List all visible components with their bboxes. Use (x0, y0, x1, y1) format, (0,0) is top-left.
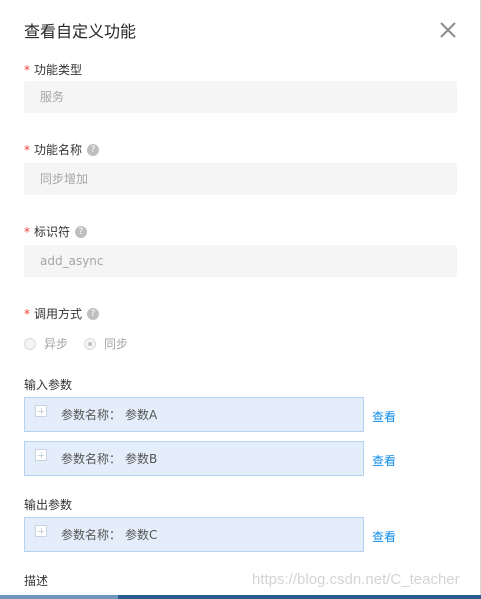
param-value: 参数A (125, 408, 158, 422)
input-params-label: 输入参数 (24, 378, 73, 392)
param-value: 参数B (125, 452, 158, 466)
function-name-field: 同步增加 (24, 163, 457, 195)
radio-sync-label: 同步 (104, 337, 129, 351)
taskbar-button[interactable] (0, 595, 60, 599)
required-mark: * (24, 62, 30, 77)
help-icon[interactable]: ? (87, 307, 100, 320)
help-icon[interactable]: ? (87, 143, 100, 156)
radio-sync: 同步 (84, 335, 128, 352)
function-type-label: * 功能类型 (24, 61, 82, 78)
view-param-c-link[interactable]: 查看 (372, 528, 396, 545)
function-name-label-text: 功能名称 (34, 143, 83, 157)
call-mode-label-text: 调用方式 (34, 307, 83, 321)
expand-plus-icon[interactable] (35, 449, 47, 461)
call-mode-radio-group: 异步 同步 (24, 335, 144, 352)
function-type-field: 服务 (24, 81, 457, 113)
dialog-title: 查看自定义功能 (24, 22, 137, 41)
input-param-row-a: 参数名称： 参数A (24, 397, 364, 432)
required-mark: * (24, 142, 30, 157)
custom-function-dialog: 查看自定义功能 * 功能类型 服务 * 功能名称 ? 同步增加 * 标识符 ? … (0, 0, 481, 595)
watermark: https://blog.csdn.net/C_teacher (252, 571, 460, 588)
param-key-label: 参数名称： (61, 408, 122, 422)
param-value: 参数C (125, 528, 158, 542)
input-param-row-b: 参数名称： 参数B (24, 441, 364, 476)
radio-async: 异步 (24, 335, 68, 352)
identifier-label: * 标识符 ? (24, 223, 88, 240)
radio-sync-circle (84, 337, 97, 350)
taskbar (0, 595, 481, 599)
radio-async-circle (24, 337, 36, 350)
required-mark: * (24, 224, 30, 239)
identifier-label-text: 标识符 (34, 225, 71, 239)
required-mark: * (24, 306, 30, 321)
function-type-label-text: 功能类型 (34, 63, 83, 77)
param-key-label: 参数名称： (61, 452, 122, 466)
description-label: 描述 (24, 574, 49, 588)
output-params-label: 输出参数 (24, 498, 73, 512)
function-name-label: * 功能名称 ? (24, 141, 100, 158)
expand-plus-icon[interactable] (35, 525, 47, 537)
radio-async-label: 异步 (44, 337, 69, 351)
close-icon[interactable] (436, 18, 460, 42)
view-param-b-link[interactable]: 查看 (372, 452, 396, 469)
view-param-a-link[interactable]: 查看 (372, 408, 396, 425)
expand-plus-icon[interactable] (35, 405, 47, 417)
call-mode-label: * 调用方式 ? (24, 305, 100, 322)
identifier-field: add_async (24, 245, 457, 277)
help-icon[interactable]: ? (75, 225, 88, 238)
output-param-row-c: 参数名称： 参数C (24, 517, 364, 552)
param-key-label: 参数名称： (61, 528, 122, 542)
taskbar-button[interactable] (58, 595, 118, 599)
